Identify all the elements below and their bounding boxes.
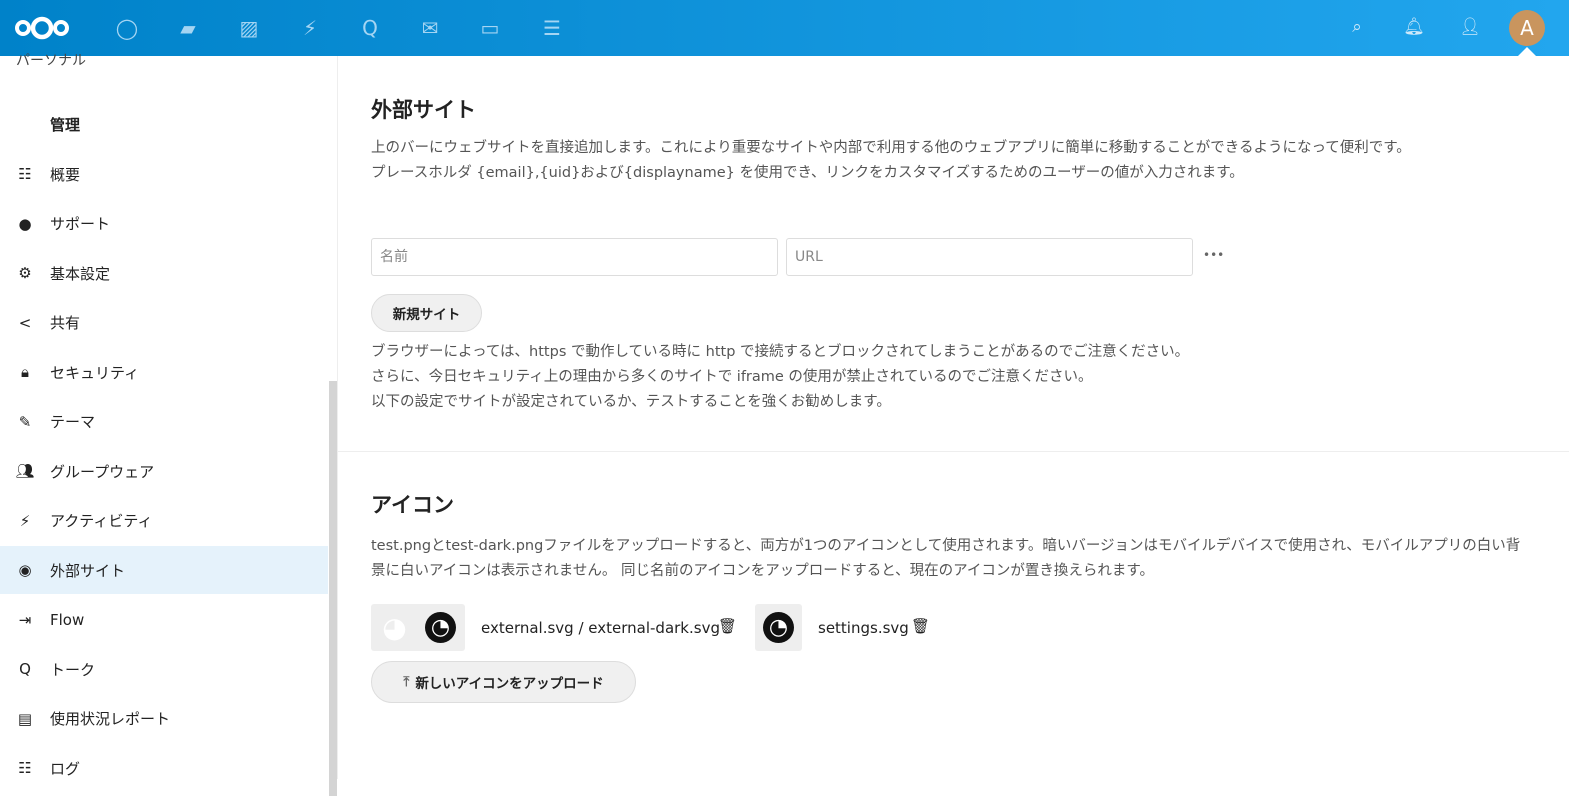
sidebar-item-label: 使用状況レポート: [50, 710, 171, 728]
sidebar-item[interactable]: ⇥ Flow: [0, 596, 328, 644]
icon-filename: settings.svg: [818, 619, 909, 637]
gear-icon: ⚙: [18, 264, 32, 282]
icon-filename: external.svg / external-dark.svg: [481, 619, 720, 637]
warning-line: ブラウザーによっては、https で動作している時に http で接続するとブロ…: [371, 344, 1190, 360]
sidebar-item[interactable]: ⚙ 基本設定: [0, 249, 328, 297]
sidebar-item-label: 基本設定: [50, 264, 111, 283]
sidebar-item[interactable]: ◉ 外部サイト: [0, 546, 328, 594]
sidebar: パーソナル 管理 ☷ 概要 ● サポート ⚙ 基本設定 < 共有 🔒︎ セキュリティ ✎ テーマ 👥︎ グ…: [0, 53, 338, 796]
sidebar-item-label: テーマ: [50, 413, 96, 431]
sidebar-item[interactable]: < 共有: [0, 299, 328, 347]
sidebar-item[interactable]: ☷ 概要: [0, 150, 328, 198]
upload-icon-button[interactable]: ⤒ 新しいアイコンをアップロード: [371, 661, 636, 703]
talk-icon[interactable]: Q: [358, 16, 382, 40]
sidebar-item-label: グループウェア: [50, 462, 155, 481]
icon-preview-settings: ◔: [755, 604, 802, 651]
speech-bubble-icon: ●: [18, 214, 32, 233]
sidebar-item[interactable]: 🔒︎ セキュリティ: [0, 348, 328, 396]
notifications-icon[interactable]: 🔔︎: [1403, 17, 1425, 39]
upload-icon: ⤒: [403, 674, 410, 690]
upload-label: 新しいアイコンをアップロード: [415, 676, 604, 692]
globe-light-icon: ◕: [382, 611, 407, 644]
sidebar-item-label: セキュリティ: [50, 363, 140, 382]
trash-icon[interactable]: 🗑︎: [718, 617, 737, 635]
sidebar-item[interactable]: ☷ ログ: [0, 744, 328, 792]
description: 上のバーにウェブサイトを直接追加します。これにより重要なサイトや内部で利用する他…: [371, 136, 1531, 186]
sidebar-item[interactable]: ● サポート: [0, 200, 328, 248]
photos-icon[interactable]: ▨: [237, 16, 261, 40]
brush-icon: ✎: [18, 412, 32, 431]
more-options-icon[interactable]: •••: [1203, 248, 1224, 262]
desc-line: プレースホルダ {email},{uid}および{displayname} を使…: [371, 165, 1244, 181]
calendar-icon[interactable]: ▭: [478, 16, 502, 40]
warning-line: さらに、今日セキュリティ上の理由から多くのサイトで iframe の使用が禁止さ…: [371, 369, 1093, 385]
sidebar-item-label: ログ: [50, 759, 81, 778]
top-bar: ◯ ▰ ▨ ⚡ Q ✉ ▭ ☰ ⌕ 🔔︎ 👤︎ A: [0, 0, 1569, 56]
mail-icon[interactable]: ✉: [418, 16, 442, 40]
dashboard-icon[interactable]: ◯: [115, 16, 139, 40]
sidebar-item[interactable]: ▤ 使用状況レポート: [0, 695, 328, 743]
sidebar-item-label: 概要: [50, 165, 81, 184]
sidebar-item-label: アクティビティ: [50, 512, 153, 530]
flow-icon: ⇥: [18, 610, 32, 629]
globe-icon: ◉: [18, 561, 32, 579]
sidebar-item-label: トーク: [50, 660, 96, 679]
sidebar-item-label: Flow: [50, 610, 85, 629]
lock-icon: 🔒︎: [21, 363, 29, 381]
files-icon[interactable]: ▰: [176, 16, 200, 40]
sidebar-item-label: 共有: [50, 314, 81, 332]
warnings: ブラウザーによっては、https で動作している時に http で接続するとブロ…: [371, 340, 1531, 415]
sidebar-item-label: 外部サイト: [50, 561, 126, 580]
tasks-icon[interactable]: ☰: [540, 16, 564, 40]
name-input[interactable]: 名前: [371, 238, 778, 276]
avatar[interactable]: A: [1509, 10, 1545, 46]
sidebar-item[interactable]: ✎ テーマ: [0, 398, 328, 446]
talk-icon: Q: [19, 660, 31, 678]
nextcloud-logo[interactable]: [14, 14, 70, 42]
scrollbar[interactable]: [329, 381, 337, 796]
sidebar-heading: 管理: [50, 116, 81, 134]
search-icon[interactable]: ⌕: [1346, 17, 1368, 39]
menu-caret: [1518, 47, 1536, 56]
section-title-icons: アイコン: [371, 493, 454, 517]
icon-preview-external: ◕ ◔: [371, 604, 465, 651]
url-input[interactable]: URL: [786, 238, 1193, 276]
contacts-icon[interactable]: 👤︎: [1459, 17, 1481, 39]
sidebar-item[interactable]: Q トーク: [0, 645, 328, 693]
warning-line: 以下の設定でサイトが設定されているか、テストすることを強くお勧めします。: [371, 394, 891, 410]
trash-icon[interactable]: 🗑︎: [911, 617, 930, 635]
list-icon: ☷: [18, 759, 32, 777]
share-icon: <: [18, 313, 32, 332]
divider: [338, 451, 1569, 452]
sidebar-item[interactable]: ⚡ アクティビティ: [0, 497, 328, 545]
sidebar-item-personal[interactable]: パーソナル: [16, 50, 86, 70]
main-content: 外部サイト 上のバーにウェブサイトを直接追加します。これにより重要なサイトや内部…: [338, 56, 1569, 779]
section-title-external-sites: 外部サイト: [371, 98, 476, 122]
list-icon: ☷: [18, 165, 32, 183]
new-site-button[interactable]: 新規サイト: [371, 294, 482, 332]
globe-dark-icon: ◔: [425, 612, 456, 643]
lightning-icon: ⚡: [19, 511, 31, 530]
sidebar-item[interactable]: 👥︎ グループウェア: [0, 447, 328, 495]
activity-icon[interactable]: ⚡: [298, 16, 322, 40]
contacts-icon: 👥︎: [15, 462, 35, 480]
report-icon: ▤: [17, 709, 33, 728]
sidebar-item-label: サポート: [50, 215, 111, 233]
globe-dark-icon: ◔: [763, 612, 794, 643]
icons-description: test.pngとtest-dark.pngファイルをアップロードすると、両方が…: [371, 538, 1521, 579]
desc-line: 上のバーにウェブサイトを直接追加します。これにより重要なサイトや内部で利用する他…: [371, 140, 1411, 156]
